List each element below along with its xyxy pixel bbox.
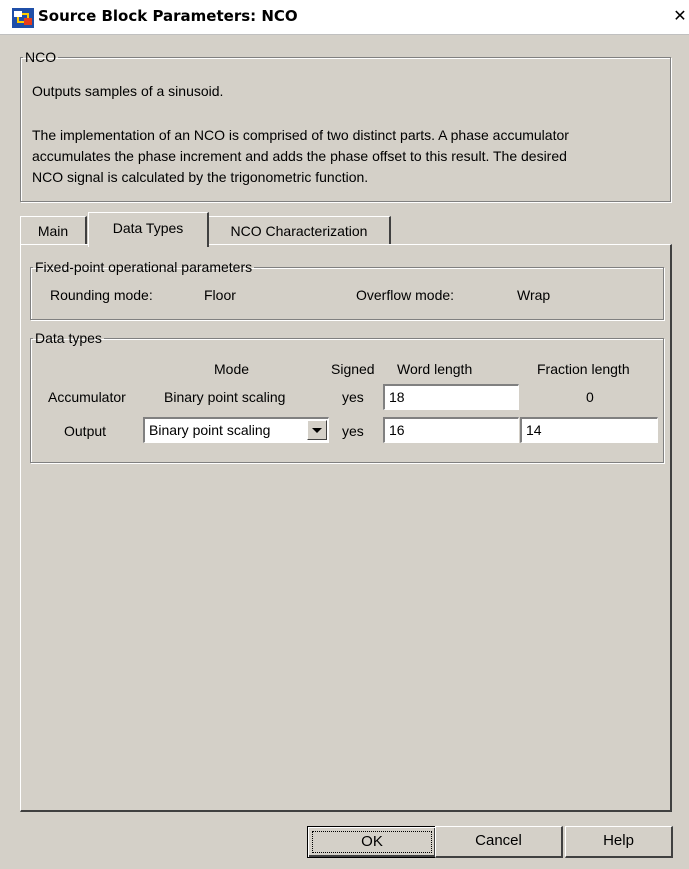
accumulator-word-length-field[interactable]: 18 [383, 384, 519, 410]
tab-main[interactable]: Main [20, 216, 87, 245]
description-line-2: The implementation of an NCO is comprise… [32, 127, 569, 143]
description-line-4: NCO signal is calculated by the trigonom… [32, 169, 369, 185]
accumulator-mode: Binary point scaling [164, 389, 286, 405]
tab-nco-characterization[interactable]: NCO Characterization [208, 216, 391, 245]
close-icon[interactable]: ✕ [671, 7, 689, 25]
data-types-group-label: Data types [35, 330, 102, 346]
ok-button-label: OK [312, 831, 432, 853]
rounding-mode-label: Rounding mode: [50, 287, 153, 303]
header-word-length: Word length [397, 361, 473, 377]
output-signed: yes [342, 423, 364, 439]
accumulator-signed: yes [342, 389, 364, 405]
description-group-label: NCO [25, 49, 57, 65]
output-label: Output [64, 423, 107, 439]
header-mode: Mode [214, 361, 250, 377]
help-button[interactable]: Help [565, 826, 673, 858]
ok-button[interactable]: OK [307, 826, 437, 858]
simulink-block-icon [12, 8, 34, 28]
tab-panel [20, 244, 672, 812]
rounding-mode-value: Floor [204, 287, 236, 303]
description-line-3: accumulates the phase increment and adds… [32, 148, 567, 164]
output-word-length-field[interactable]: 16 [383, 417, 519, 443]
accumulator-label: Accumulator [48, 389, 126, 405]
header-fraction-length: Fraction length [537, 361, 630, 377]
cancel-button[interactable]: Cancel [435, 826, 563, 858]
output-mode-select[interactable]: Binary point scaling [143, 417, 329, 443]
description-line-1: Outputs samples of a sinusoid. [32, 83, 224, 99]
overflow-mode-label: Overflow mode: [356, 287, 455, 303]
header-signed: Signed [331, 361, 375, 377]
fixed-point-group-label: Fixed-point operational parameters [35, 259, 253, 275]
title-bar: Source Block Parameters: NCO ✕ [0, 0, 689, 35]
accumulator-fraction-length: 0 [586, 389, 594, 405]
output-fraction-length-field[interactable]: 14 [520, 417, 658, 443]
output-mode-value: Binary point scaling [149, 422, 271, 438]
chevron-down-icon[interactable] [307, 420, 327, 440]
tab-data-types[interactable]: Data Types [88, 212, 209, 247]
window-title: Source Block Parameters: NCO [38, 7, 298, 25]
overflow-mode-value: Wrap [517, 287, 551, 303]
